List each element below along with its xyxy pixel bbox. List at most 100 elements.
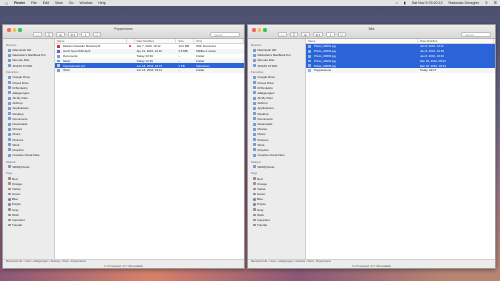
tag-color-icon: [8, 198, 11, 201]
notification-center-icon[interactable]: ☰: [491, 1, 500, 5]
battery-icon[interactable]: ▮: [401, 1, 409, 5]
menu-finder[interactable]: Finder: [11, 1, 28, 5]
file-icon: [57, 54, 60, 58]
file-size: 3.5 MB: [178, 49, 188, 54]
back-forward-button[interactable]: ‹ ›: [33, 32, 42, 37]
folder-icon: [253, 81, 256, 85]
file-size: 2 KB: [178, 63, 185, 68]
file-row[interactable]: Documents Today, 02:49 -- Folder: [55, 54, 244, 59]
file-row[interactable]: Photo_00001.jpg Jan 8, 2016, 13:11: [306, 44, 495, 49]
user-menu[interactable]: Radoslav Georgiev: [446, 1, 483, 5]
column-header[interactable]: [127, 39, 135, 43]
tags-button[interactable]: ⎔: [92, 32, 101, 37]
file-row[interactable]: Music Today, 02:49 -- Folder: [55, 58, 244, 64]
file-kind: Markdown: [196, 63, 210, 68]
share-button[interactable]: ⇪: [326, 32, 335, 37]
folder-icon: [253, 91, 256, 95]
file-name: Photo_00001.jpg: [314, 44, 336, 49]
title-bar[interactable]: Bills ‹ › ☰ ⊞ ⚙ ▾ ⇪ ⎔ Search: [248, 25, 495, 39]
folder-icon: [8, 153, 11, 157]
file-date: Mar 18, 2016, 08:22: [420, 58, 446, 63]
file-name: Work: [63, 68, 70, 73]
folder-icon: [8, 117, 11, 121]
clock[interactable]: Sat Nov 5 03:20:13: [409, 1, 446, 5]
file-size: --: [178, 68, 181, 73]
window-title: Bills: [368, 27, 375, 31]
file-row[interactable]: Photo_00005.jpg Mar 18, 2016, 18:43: [306, 63, 495, 68]
column-header[interactable]: Kind: [194, 39, 244, 43]
column-header[interactable]: Date Modified: [135, 39, 177, 43]
sidebar: Devices Macintosh HD Radoslav's MacBook Pr…: [248, 39, 306, 259]
file-name: Documents: [63, 53, 78, 58]
wifi-icon[interactable]: ≈: [393, 1, 401, 5]
file-icon: [57, 50, 60, 53]
folder-icon: [8, 81, 11, 85]
tag-color-icon: [8, 223, 11, 227]
file-row[interactable]: Photo_00003.jpg Jan 8, 2016, 16:40: [306, 53, 495, 59]
file-row[interactable]: Improvement.md Jun 18, 2016, 16:07 2 KB Mar…: [55, 63, 244, 68]
action-button[interactable]: ⚙ ▾: [312, 32, 324, 37]
folder-icon: [253, 96, 256, 100]
arrange-button[interactable]: ⊞: [56, 32, 65, 37]
sidebar-tag[interactable]: Tutorial: [3, 223, 54, 228]
folder-icon: [253, 106, 256, 110]
file-row[interactable]: Gortz Syst 2016 April Apr 21, 2016, 22:10…: [55, 48, 244, 54]
file-date: Jun 18, 2016, 16:07: [136, 63, 163, 68]
back-forward-button[interactable]: ‹ ›: [278, 32, 287, 37]
tag-color-icon: [253, 198, 256, 201]
menu-view[interactable]: View: [52, 1, 66, 5]
column-header[interactable]: Size: [176, 39, 195, 43]
spotlight-icon[interactable]: ⚲: [482, 1, 491, 5]
file-row[interactable]: Poppenstone Today, 03:17: [306, 67, 495, 73]
toolbar: ‹ › ☰ ⊞ ⚙ ▾ ⇪ ⎔ Search: [278, 32, 491, 37]
menu-edit[interactable]: Edit: [40, 1, 52, 5]
tag-color-icon: [253, 208, 256, 211]
search-input[interactable]: Search: [210, 32, 240, 37]
folder-icon: [253, 117, 256, 121]
menu-file[interactable]: File: [28, 1, 40, 5]
menu-go[interactable]: Go: [66, 1, 77, 5]
share-button[interactable]: ⇪: [81, 32, 90, 37]
tag-color-icon: [253, 203, 256, 206]
file-kind: Folder: [196, 58, 205, 63]
action-button[interactable]: ⚙ ▾: [67, 32, 79, 37]
file-row[interactable]: Photo_00004.jpg Mar 18, 2016, 08:22: [306, 58, 495, 64]
file-name: Photo_00003.jpg: [314, 53, 336, 58]
view-mode-button[interactable]: ☰: [44, 32, 54, 37]
view-mode-button[interactable]: ☰: [289, 32, 299, 37]
tag-color-icon: [8, 213, 11, 217]
column-header[interactable]: Date Modified: [418, 39, 494, 43]
tag-color-icon: [253, 187, 256, 191]
toolbar: ‹ › ☰ ⊞ ⚙ ▾ ⇪ ⎔ Search: [33, 32, 240, 37]
file-row[interactable]: Work Jun 14, 2016, 19:12 -- Folder: [55, 67, 244, 73]
file-date: Today, 02:49: [136, 58, 153, 63]
tag-color-icon: [8, 182, 11, 185]
tag-color-icon: [253, 218, 256, 222]
sidebar-tag[interactable]: Tutorial: [248, 223, 305, 228]
tag-color-icon: [8, 203, 11, 206]
folder-icon: [8, 148, 11, 152]
apple-menu-icon[interactable]: : [0, 1, 11, 6]
status-bar: Macintosh HD › Users › allatgeorgiev › D…: [248, 259, 495, 268]
search-input[interactable]: Search: [461, 32, 491, 37]
file-row[interactable]: Photo_00002.jpg Jan 8, 2016, 16:39: [306, 48, 495, 54]
folder-icon: [8, 138, 11, 142]
menu-window[interactable]: Window: [77, 1, 96, 5]
folder-icon: [253, 153, 256, 157]
file-list: Name Date Modified Size Kind Elektron Resell…: [55, 39, 244, 259]
file-name: Music: [63, 58, 71, 63]
file-icon: [57, 59, 60, 63]
file-icon: [308, 50, 311, 53]
column-header[interactable]: Name: [55, 39, 127, 43]
folder-icon: [8, 122, 11, 126]
arrange-button[interactable]: ⊞: [301, 32, 310, 37]
column-header[interactable]: Name: [306, 39, 418, 43]
file-row[interactable]: Elektron Reseller Manual.pdf Jan 7, 2016,…: [55, 44, 244, 49]
folder-icon: [253, 48, 256, 52]
tag-color-icon: [8, 218, 11, 222]
folder-icon: [8, 86, 11, 90]
tags-button[interactable]: ⎔: [337, 32, 346, 37]
title-bar[interactable]: Poppenstone ‹ › ☰ ⊞ ⚙ ▾ ⇪ ⎔ Search: [3, 25, 244, 39]
file-date: Jan 8, 2016, 16:39: [420, 49, 444, 54]
menu-help[interactable]: Help: [95, 1, 108, 5]
